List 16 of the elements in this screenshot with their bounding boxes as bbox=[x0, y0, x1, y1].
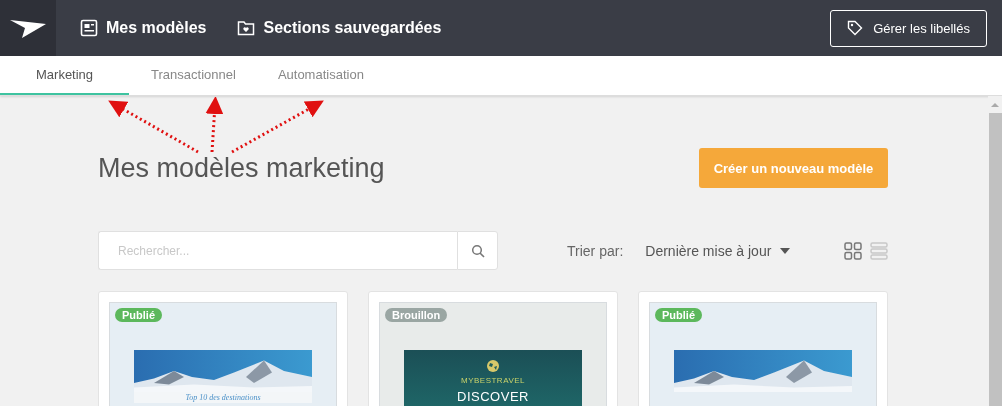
nav-link[interactable]: Mes modèles bbox=[80, 19, 207, 37]
sort-label: Trier par: bbox=[567, 242, 624, 259]
tab[interactable]: Marketing bbox=[0, 56, 130, 95]
page-title: Mes modèles marketing bbox=[98, 152, 385, 184]
tab[interactable]: Transactionnel bbox=[151, 56, 236, 95]
template-card[interactable]: Brouillon MYBESTRAVEL DISCOVER bbox=[368, 291, 618, 406]
status-badge: Brouillon bbox=[385, 308, 448, 322]
nav-link[interactable]: Sections sauvegardées bbox=[237, 19, 442, 37]
tab[interactable]: Automatisation bbox=[277, 56, 364, 95]
status-badge: Publié bbox=[115, 308, 162, 322]
banner-headline: DISCOVER bbox=[457, 389, 529, 404]
sort-dropdown[interactable]: Dernière mise à jour bbox=[645, 242, 791, 259]
manage-labels-button[interactable]: Gérer les libellés bbox=[830, 9, 987, 47]
preview-subtitle: Top 10 des destinations bbox=[134, 392, 312, 403]
brand-name: MYBESTRAVEL bbox=[460, 376, 525, 385]
status-badge: Publié bbox=[655, 308, 702, 322]
